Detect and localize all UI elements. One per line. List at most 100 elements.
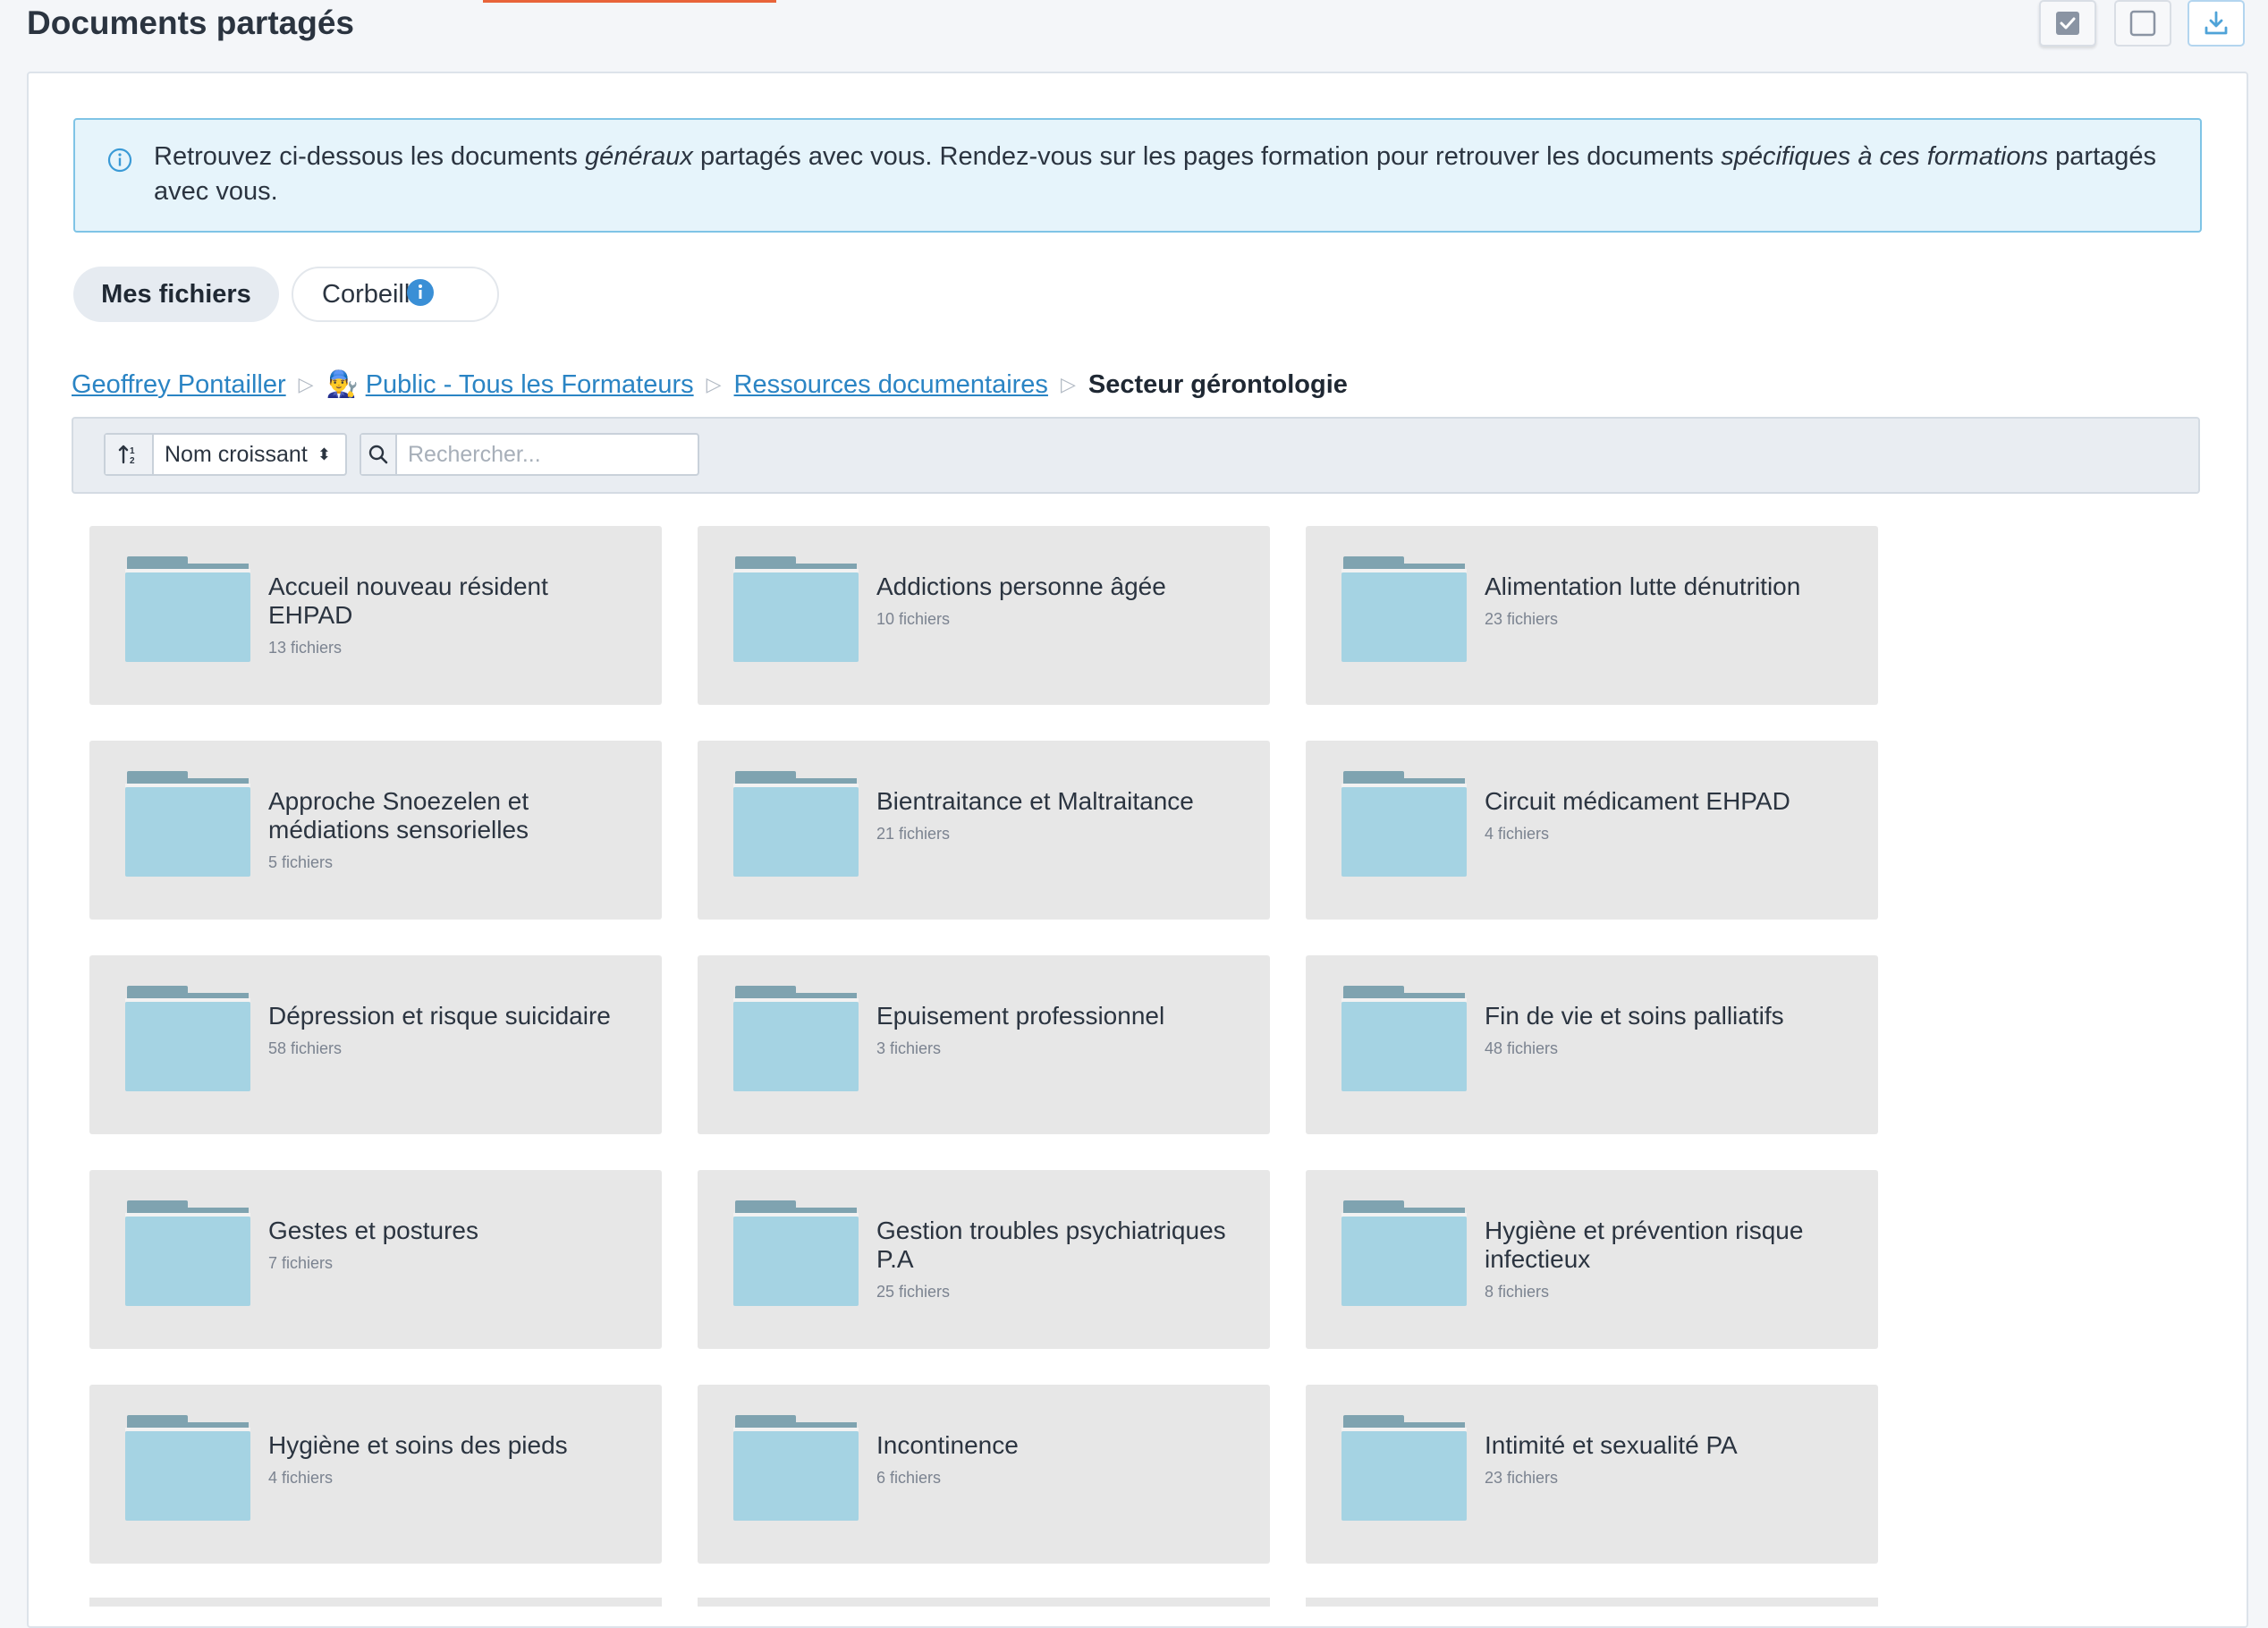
folder-card-partial[interactable] [89,1598,662,1607]
folder-name: Dépression et risque suicidaire [268,1002,611,1030]
folder-text: Gestion troubles psychiatriques P.A 25 fi… [876,1217,1243,1302]
download-icon [2205,11,2228,35]
checkbox-empty-icon [2129,10,2156,37]
sort-select[interactable]: 1 2 Nom croissant ⬍ [104,433,347,476]
chevron-right-icon: ▷ [298,373,314,395]
folder-file-count: 8 fichiers [1485,1283,1550,1301]
folder-file-count: 10 fichiers [876,610,951,628]
folder-icon [1341,1415,1467,1521]
folder-name: Intimité et sexualité PA [1485,1431,1738,1459]
folder-card-partial[interactable] [698,1598,1270,1607]
folder-icon [125,1415,250,1521]
folder-card[interactable]: Intimité et sexualité PA 23 fichiers [1306,1385,1878,1564]
select-all-button[interactable] [2039,0,2096,47]
folder-icon [733,1200,859,1306]
folder-card[interactable]: Hygiène et soins des pieds 4 fichiers [89,1385,662,1564]
folder-card[interactable]: Alimentation lutte dénutrition 23 fichier… [1306,526,1878,705]
svg-text:2: 2 [130,456,135,466]
breadcrumb-home-link[interactable]: Geoffrey Pontailler [72,370,286,400]
folder-card[interactable]: Circuit médicament EHPAD 4 fichiers [1306,741,1878,920]
page-title: Documents partagés [27,4,354,41]
folder-text: Epuisement professionnel 3 fichiers [876,1002,1243,1058]
folder-text: Addictions personne âgée 10 fichiers [876,572,1243,629]
folder-icon [125,986,250,1091]
folder-icon [733,986,859,1091]
folder-icon [1341,556,1467,662]
folder-grid: Accueil nouveau résident EHPAD 13 fichier… [89,526,1878,1564]
folder-file-count: 58 fichiers [268,1039,343,1057]
folder-card[interactable]: Bientraitance et Maltraitance 21 fichiers [698,741,1270,920]
folder-file-count: 4 fichiers [1485,825,1550,843]
folder-file-count: 13 fichiers [268,639,343,657]
breadcrumb: Geoffrey Pontailler ▷ 👨‍🔧 Public - Tous … [72,367,1348,403]
tab-my-files[interactable]: Mes fichiers [73,267,279,322]
tab-trash[interactable]: Corbeille [292,267,499,322]
folder-file-count: 23 fichiers [1485,610,1559,628]
folder-name: Alimentation lutte dénutrition [1485,572,1801,600]
info-message: Retrouvez ci-dessous les documents génér… [154,142,2157,206]
folder-card[interactable]: Addictions personne âgée 10 fichiers [698,526,1270,705]
folder-text: Gestes et postures 7 fichiers [268,1217,635,1273]
folder-icon [1341,771,1467,877]
folder-text: Hygiène et prévention risque infectieux 8… [1485,1217,1851,1302]
folder-file-count: 23 fichiers [1485,1469,1559,1487]
breadcrumb-current: Secteur gérontologie [1087,369,1348,399]
folder-card[interactable]: Gestes et postures 7 fichiers [89,1170,662,1349]
folder-text: Circuit médicament EHPAD 4 fichiers [1485,787,1851,844]
info-circle-icon [107,148,132,173]
folder-file-count: 25 fichiers [876,1283,951,1301]
svg-text:1: 1 [130,446,135,456]
folder-text: Intimité et sexualité PA 23 fichiers [1485,1431,1851,1488]
folder-card[interactable]: Fin de vie et soins palliatifs 48 fichier… [1306,955,1878,1134]
folder-name: Hygiène et soins des pieds [268,1431,568,1459]
chevron-right-icon: ▷ [1060,373,1076,395]
folder-text: Hygiène et soins des pieds 4 fichiers [268,1431,635,1488]
folder-icon [125,1200,250,1306]
folder-text: Alimentation lutte dénutrition 23 fichier… [1485,572,1851,629]
caret-updown-icon: ⬍ [317,445,331,463]
download-button[interactable] [2188,0,2245,47]
search-box [360,433,699,476]
active-nav-indicator [483,0,776,3]
deselect-all-button[interactable] [2114,0,2171,47]
folder-icon [125,771,250,877]
folder-name: Gestion troubles psychiatriques P.A [876,1217,1226,1273]
sort-label: Nom croissant [165,441,308,467]
folder-icon [733,1415,859,1521]
folder-icon [1341,986,1467,1091]
info-badge-icon[interactable] [406,278,435,307]
chevron-right-icon: ▷ [706,373,722,395]
breadcrumb-group-link[interactable]: Public - Tous les Formateurs [366,370,694,400]
search-icon [361,435,397,474]
folder-card[interactable]: Incontinence 6 fichiers [698,1385,1270,1564]
folder-card[interactable]: Hygiène et prévention risque infectieux 8… [1306,1170,1878,1349]
folder-card[interactable]: Gestion troubles psychiatriques P.A 25 fi… [698,1170,1270,1349]
folder-text: Accueil nouveau résident EHPAD 13 fichier… [268,572,635,657]
checkbox-checked-icon [2056,12,2079,35]
folder-file-count: 7 fichiers [268,1254,334,1272]
mechanic-emoji-icon: 👨‍🔧 [326,370,359,399]
folder-file-count: 48 fichiers [1485,1039,1559,1057]
folder-text: Bientraitance et Maltraitance 21 fichiers [876,787,1243,844]
folder-icon [1341,1200,1467,1306]
folder-name: Incontinence [876,1431,1019,1459]
folder-card-partial[interactable] [1306,1598,1878,1607]
folder-file-count: 3 fichiers [876,1039,942,1057]
folder-card[interactable]: Approche Snoezelen et médiations sensori… [89,741,662,920]
folder-text: Approche Snoezelen et médiations sensori… [268,787,635,872]
folder-text: Dépression et risque suicidaire 58 fichie… [268,1002,635,1058]
folder-name: Hygiène et prévention risque infectieux [1485,1217,1804,1273]
folder-card[interactable]: Accueil nouveau résident EHPAD 13 fichier… [89,526,662,705]
folder-card[interactable]: Dépression et risque suicidaire 58 fichie… [89,955,662,1134]
folder-name: Fin de vie et soins palliatifs [1485,1002,1784,1030]
folder-name: Accueil nouveau résident EHPAD [268,572,548,629]
folder-icon [733,556,859,662]
folder-name: Bientraitance et Maltraitance [876,787,1194,815]
breadcrumb-resources-link[interactable]: Ressources documentaires [734,370,1048,400]
file-toolbar: 1 2 Nom croissant ⬍ [72,417,2200,494]
search-input[interactable] [397,434,698,475]
folder-text: Fin de vie et soins palliatifs 48 fichier… [1485,1002,1851,1058]
folder-icon [733,771,859,877]
folder-name: Gestes et postures [268,1217,479,1244]
folder-card[interactable]: Epuisement professionnel 3 fichiers [698,955,1270,1134]
